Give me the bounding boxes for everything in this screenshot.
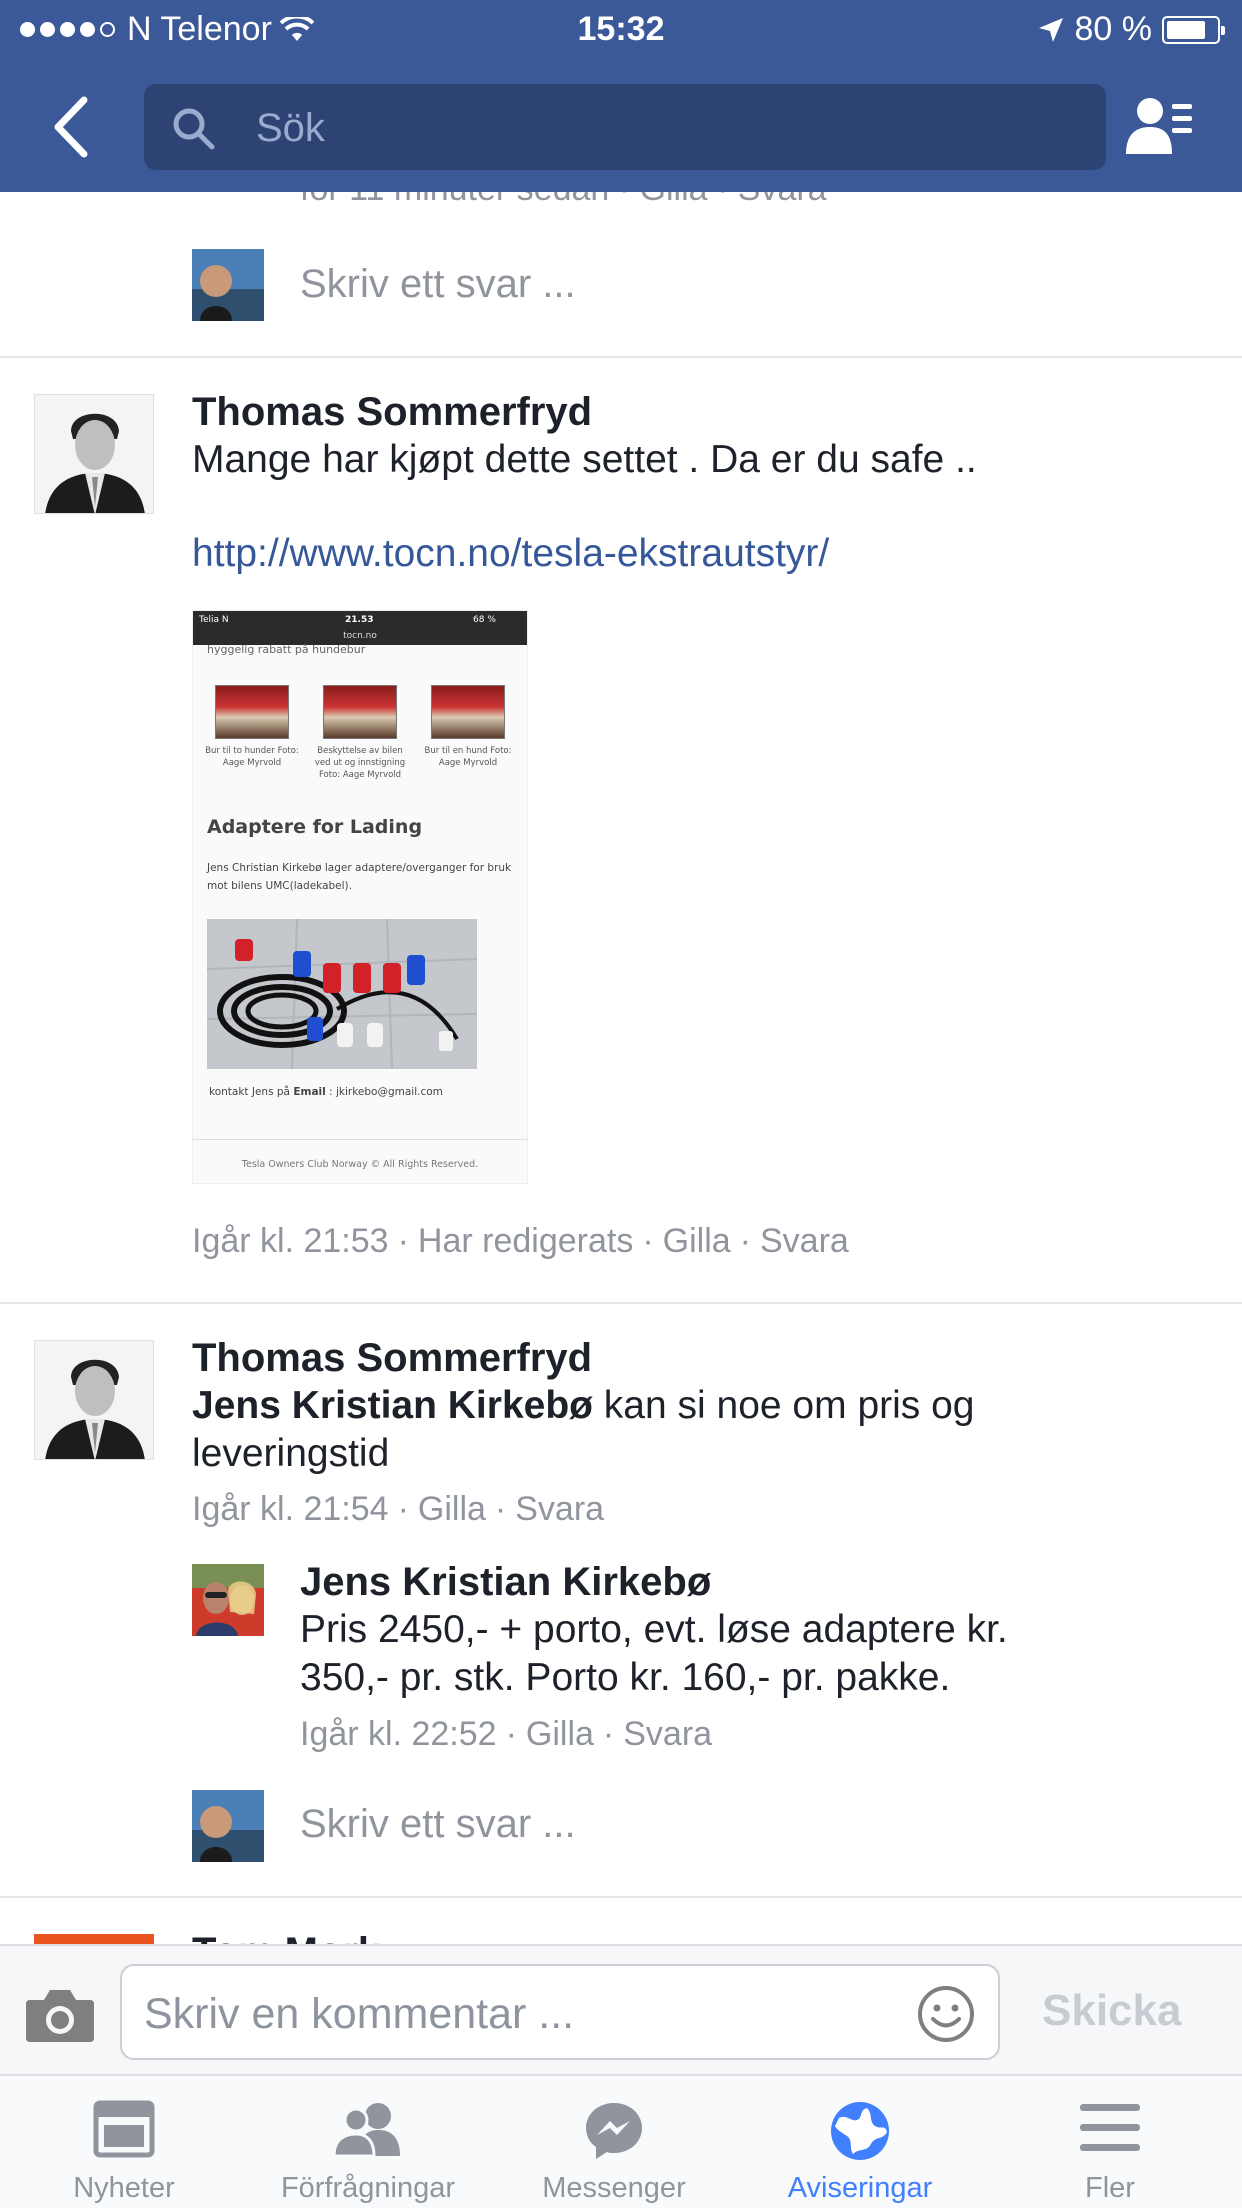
attached-image[interactable]: Telia N 21.53 68 % tocn.no hyggelig raba… xyxy=(192,610,528,1184)
tab-label: Nyheter xyxy=(73,2172,175,2204)
friend-requests-icon xyxy=(332,2103,400,2158)
tab-news-feed[interactable]: Nyheter xyxy=(0,2076,248,2208)
nav-row: Sök xyxy=(0,84,1242,170)
messenger-icon xyxy=(586,2103,642,2159)
avatar[interactable] xyxy=(34,394,154,514)
comment-input[interactable]: Skriv en kommentar ... xyxy=(120,1964,1000,2060)
battery-percent: 80 % xyxy=(1074,10,1153,48)
comment-thread: för 11 minuter sedan · Gilla · Svara Skr… xyxy=(0,192,1242,1944)
adapter-cable-photo xyxy=(207,919,477,1069)
attachment-footer: Tesla Owners Club Norway © All Rights Re… xyxy=(241,1159,479,1170)
comment-text: Mange har kjøpt dette settet . Da er du … xyxy=(192,438,977,481)
comment-meta: Igår kl. 21:54 · Gilla · Svara xyxy=(192,1490,605,1528)
divider xyxy=(0,1302,1242,1304)
my-avatar xyxy=(192,249,264,321)
car-protection-photo xyxy=(323,685,397,739)
tab-messenger[interactable]: Messenger xyxy=(490,2076,738,2208)
news-feed-icon xyxy=(93,2100,155,2158)
camera-button[interactable] xyxy=(24,1986,96,2044)
reply-meta: Igår kl. 22:52 · Gilla · Svara xyxy=(300,1715,713,1753)
divider xyxy=(0,356,1242,358)
person-list-icon xyxy=(1126,98,1192,154)
smiley-icon xyxy=(918,1986,974,2042)
contact-email: : jkirkebo@gmail.com xyxy=(329,1086,443,1098)
globe-icon xyxy=(831,2102,889,2160)
location-arrow-icon xyxy=(1038,17,1063,42)
tab-label: Messenger xyxy=(542,2172,686,2204)
battery-icon xyxy=(1162,15,1225,44)
comment-time[interactable]: Igår kl. 21:54 xyxy=(192,1490,389,1528)
dog-cage-photo xyxy=(431,685,505,739)
attachment-status-bar: Telia N 21.53 68 % tocn.no xyxy=(193,611,527,645)
tab-label: Fler xyxy=(1085,2172,1135,2204)
edited-label[interactable]: Har redigerats xyxy=(418,1222,633,1260)
attachment-battery: 68 % xyxy=(473,615,496,625)
reply-link[interactable]: Svara xyxy=(760,1222,849,1260)
tab-notifications[interactable]: Aviseringar xyxy=(736,2076,984,2208)
dog-cage-photo xyxy=(215,685,289,739)
emoji-button[interactable] xyxy=(916,1984,976,2044)
avatar[interactable] xyxy=(192,1564,264,1636)
tab-label: Aviseringar xyxy=(787,2172,933,2204)
comment-author[interactable]: Thomas Sommerfryd xyxy=(192,390,592,435)
reply-input[interactable]: Skriv ett svar ... xyxy=(300,1802,576,1847)
top-bar: N Telenor 15:32 80 % Sök xyxy=(0,0,1242,192)
send-button[interactable]: Skicka xyxy=(1042,1986,1181,2036)
attachment-carrier: Telia N xyxy=(199,615,229,625)
attachment-paragraph: Jens Christian Kirkebø lager adaptere/ov… xyxy=(207,862,512,892)
comment-link[interactable]: http://www.tocn.no/tesla-ekstrautstyr/ xyxy=(192,532,829,576)
reply-author[interactable]: Jens Kristian Kirkebø xyxy=(300,1560,711,1605)
comment-author[interactable]: Tom Mork xyxy=(192,1930,380,1944)
reply-text-line: Pris 2450,- + porto, evt. løse adaptere … xyxy=(300,1608,1008,1651)
like-link[interactable]: Gilla xyxy=(526,1715,594,1753)
comment-composer: Skriv en kommentar ... Skicka xyxy=(0,1944,1242,2074)
attachment-heading: Adaptere for Lading xyxy=(207,816,423,838)
my-avatar xyxy=(192,1790,264,1862)
attachment-time: 21.53 xyxy=(345,615,374,625)
reply-link[interactable]: Svara xyxy=(623,1715,712,1753)
comment-text-line: leveringstid xyxy=(192,1432,390,1475)
friends-list-button[interactable] xyxy=(1124,94,1194,160)
divider xyxy=(193,1139,527,1140)
comment-time[interactable]: Igår kl. 21:53 xyxy=(192,1222,389,1260)
comment-text-line: kan si noe om pris og xyxy=(592,1384,975,1427)
back-button[interactable] xyxy=(50,94,110,160)
menu-icon xyxy=(1080,2104,1140,2151)
status-bar: N Telenor 15:32 80 % xyxy=(0,0,1242,62)
mention-link[interactable]: Jens Kristian Kirkebø xyxy=(192,1384,593,1427)
search-icon xyxy=(173,108,215,150)
contact-prefix: kontakt Jens på xyxy=(209,1086,290,1098)
photo-caption: Bur til en hund Foto: Aage Myrvold xyxy=(424,746,512,768)
avatar[interactable] xyxy=(34,1340,154,1460)
attachment-url: tocn.no xyxy=(343,631,377,641)
tab-bar: Nyheter Förfrågningar Messenger Aviserin… xyxy=(0,2074,1242,2208)
tab-label: Förfrågningar xyxy=(280,2172,456,2204)
photo-caption: Bur til to hunder Foto: Aage Myrvold xyxy=(205,746,299,768)
search-input[interactable]: Sök xyxy=(144,84,1106,170)
comment-meta: Igår kl. 21:53 · Har redigerats · Gilla · Svar… xyxy=(192,1222,849,1260)
comment-author[interactable]: Thomas Sommerfryd xyxy=(192,1336,592,1381)
reply-input[interactable]: Skriv ett svar ... xyxy=(300,262,576,307)
photo-caption: Beskyttelse av bilen ved ut og innstigni… xyxy=(314,746,406,780)
comment-placeholder: Skriv en kommentar ... xyxy=(144,1990,575,2038)
attachment-contact: kontakt Jens på Email : jkirkebo@gmail.c… xyxy=(209,1086,443,1098)
like-link[interactable]: Gilla xyxy=(663,1222,731,1260)
divider xyxy=(0,1896,1242,1898)
reply-time[interactable]: Igår kl. 22:52 xyxy=(300,1715,497,1753)
tab-more[interactable]: Fler xyxy=(986,2076,1234,2208)
chevron-left-icon xyxy=(54,96,88,158)
comment-text: Jens Kristian Kirkebø kan si noe om pris… xyxy=(192,1382,1092,1478)
status-right: 80 % xyxy=(1037,10,1225,49)
camera-icon xyxy=(26,1990,94,2042)
avatar[interactable] xyxy=(34,1934,154,1944)
search-placeholder: Sök xyxy=(256,106,325,150)
like-link[interactable]: Gilla xyxy=(418,1490,486,1528)
reply-text: Pris 2450,- + porto, evt. løse adaptere … xyxy=(300,1606,1200,1702)
reply-text-line: 350,- pr. stk. Porto kr. 160,- pr. pakke… xyxy=(300,1656,951,1699)
partial-comment-meta: för 11 minuter sedan · Gilla · Svara xyxy=(300,192,827,209)
attachment-top-text: hyggelig rabatt på hundebur xyxy=(207,643,366,656)
contact-label: Email xyxy=(293,1086,326,1098)
reply-link[interactable]: Svara xyxy=(515,1490,604,1528)
tab-friend-requests[interactable]: Förfrågningar xyxy=(244,2076,492,2208)
